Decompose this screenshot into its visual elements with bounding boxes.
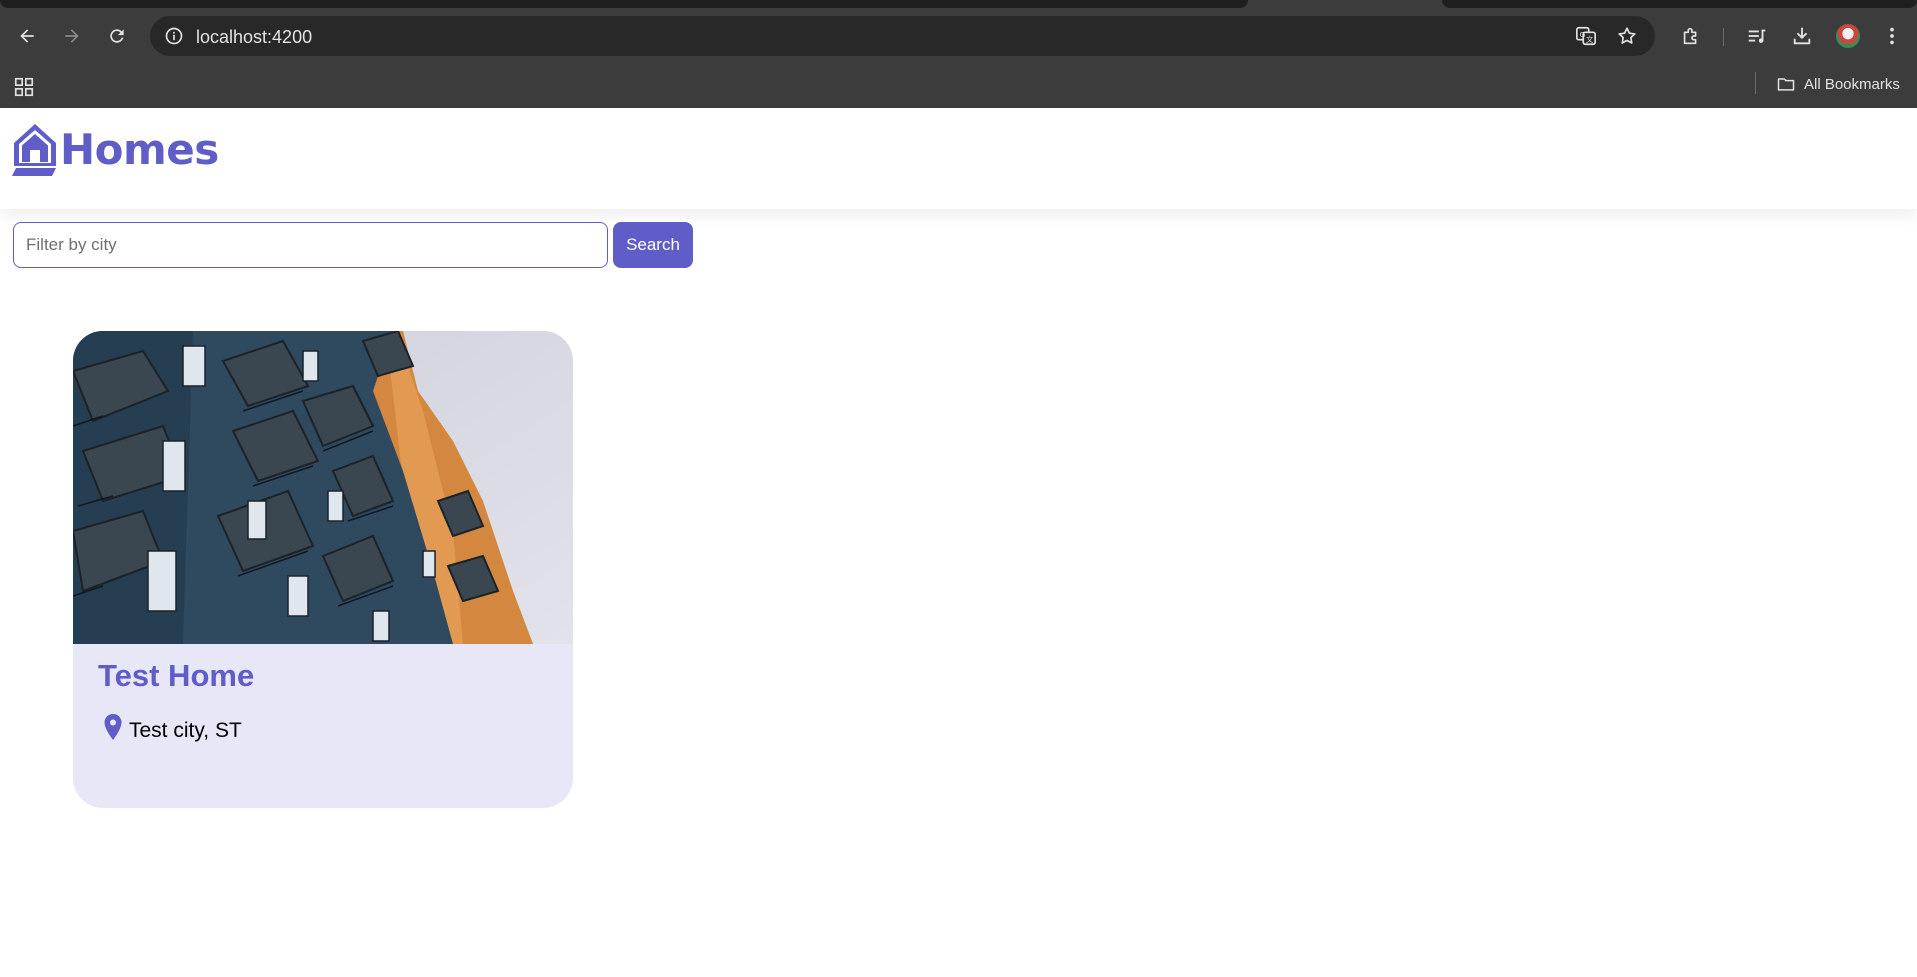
page-content: Homes Search bbox=[0, 108, 1917, 977]
listing-photo bbox=[73, 331, 573, 644]
location-pin-icon bbox=[104, 714, 122, 740]
all-bookmarks-label: All Bookmarks bbox=[1804, 75, 1900, 93]
address-bar[interactable]: localhost:4200 G 文 bbox=[150, 16, 1655, 56]
address-bar-url[interactable]: localhost:4200 bbox=[196, 27, 312, 48]
listing-location-text: Test city, ST bbox=[129, 719, 242, 742]
back-button[interactable] bbox=[11, 20, 43, 52]
app-header: Homes bbox=[0, 108, 1917, 209]
forward-button[interactable] bbox=[56, 20, 88, 52]
toolbar-separator bbox=[1723, 28, 1724, 46]
house-logo-icon bbox=[12, 124, 56, 176]
apartment-building-photo-icon bbox=[73, 331, 573, 644]
reload-icon bbox=[110, 29, 124, 43]
bookmark-star-icon[interactable] bbox=[1616, 25, 1638, 47]
listing-name: Test Home bbox=[98, 658, 255, 693]
profile-avatar[interactable] bbox=[1836, 24, 1860, 48]
navigation-row: localhost:4200 G 文 bbox=[0, 14, 1917, 58]
site-info-icon[interactable] bbox=[164, 26, 184, 46]
search-form: Search bbox=[13, 222, 693, 268]
filter-city-input[interactable] bbox=[13, 222, 608, 268]
apps-grid-icon[interactable] bbox=[13, 76, 35, 98]
browser-toolbar: localhost:4200 G 文 bbox=[0, 0, 1917, 74]
listing-location: Test city, ST bbox=[103, 711, 242, 743]
tab-strip-background bbox=[1442, 0, 1917, 8]
housing-listing-card[interactable]: Test Home Test city, ST bbox=[73, 331, 573, 808]
arrow-right-icon bbox=[65, 29, 79, 43]
svg-text:文: 文 bbox=[1586, 35, 1594, 44]
all-bookmarks-folder[interactable]: All Bookmarks bbox=[1776, 74, 1900, 94]
translate-icon[interactable]: G 文 bbox=[1575, 25, 1597, 47]
folder-icon bbox=[1777, 78, 1795, 91]
extensions-icon[interactable] bbox=[1680, 25, 1702, 47]
media-playlist-icon[interactable] bbox=[1746, 25, 1768, 47]
search-button[interactable]: Search bbox=[613, 222, 693, 268]
bookmarks-bar: All Bookmarks bbox=[0, 68, 1917, 108]
brand-name: Homes bbox=[60, 124, 219, 174]
download-icon[interactable] bbox=[1791, 25, 1813, 47]
svg-text:G: G bbox=[1580, 30, 1586, 39]
reload-button[interactable] bbox=[101, 20, 133, 52]
tab-strip-background bbox=[0, 0, 1248, 8]
bookmarks-separator bbox=[1755, 72, 1756, 94]
arrow-left-icon bbox=[20, 29, 34, 43]
brand-logo-link[interactable]: Homes bbox=[12, 122, 219, 176]
more-menu-icon[interactable] bbox=[1881, 25, 1903, 47]
